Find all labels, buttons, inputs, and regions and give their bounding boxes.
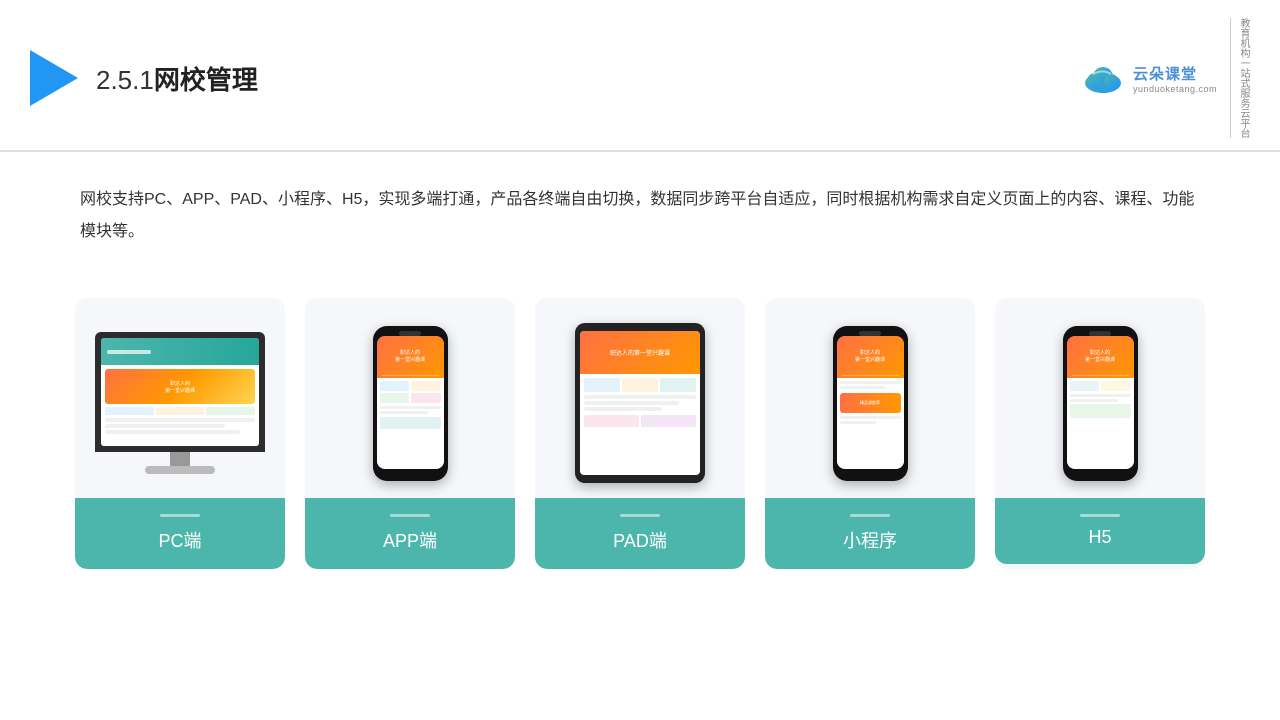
brand-text: 云朵课堂 yunduoketang.com [1133,63,1217,94]
card-h5: 职达人的第一堂兴趣课 H5 [995,298,1205,569]
card-miniprogram: 职达人的第一堂兴趣课 精品课推荐 小程序 [765,298,975,569]
device-phone-mini-icon: 职达人的第一堂兴趣课 精品课推荐 [833,326,908,481]
card-h5-label: H5 [995,498,1205,564]
header: 2.5.1网校管理 云朵课堂 yunduoke [0,0,1280,152]
page-title: 2.5.1网校管理 [96,60,258,97]
cloud-icon [1081,61,1125,95]
device-pc-icon: 职达人的第一堂兴趣课 [95,332,265,474]
card-pad: 职达人的第一堂兴趣课 [535,298,745,569]
device-phone-h5-icon: 职达人的第一堂兴趣课 [1063,326,1138,481]
card-pc: 职达人的第一堂兴趣课 [75,298,285,569]
brand-name: 云朵课堂 [1133,63,1197,84]
card-app-label: APP端 [305,498,515,569]
device-phone-app-icon: 职达人的第一堂兴趣课 [373,326,448,481]
card-miniprogram-label: 小程序 [765,498,975,569]
logo-triangle-icon [30,50,78,106]
brand-url: yunduoketang.com [1133,84,1217,94]
header-left: 2.5.1网校管理 [30,50,258,106]
brand-logo: 云朵课堂 yunduoketang.com 教育机构一站式服务云平台 [1081,18,1250,138]
card-app: 职达人的第一堂兴趣课 APP端 [305,298,515,569]
card-pad-label: PAD端 [535,498,745,569]
description: 网校支持PC、APP、PAD、小程序、H5，实现多端打通，产品各终端自由切换，数… [0,152,1280,268]
card-pad-image: 职达人的第一堂兴趣课 [535,298,745,498]
brand-slogan: 教育机构一站式服务云平台 [1230,18,1250,138]
cards-container: 职达人的第一堂兴趣课 [0,278,1280,589]
card-pc-image: 职达人的第一堂兴趣课 [75,298,285,498]
card-h5-image: 职达人的第一堂兴趣课 [995,298,1205,498]
card-app-image: 职达人的第一堂兴趣课 [305,298,515,498]
card-miniprogram-image: 职达人的第一堂兴趣课 精品课推荐 [765,298,975,498]
device-tablet-icon: 职达人的第一堂兴趣课 [575,323,705,483]
card-pc-label: PC端 [75,498,285,569]
